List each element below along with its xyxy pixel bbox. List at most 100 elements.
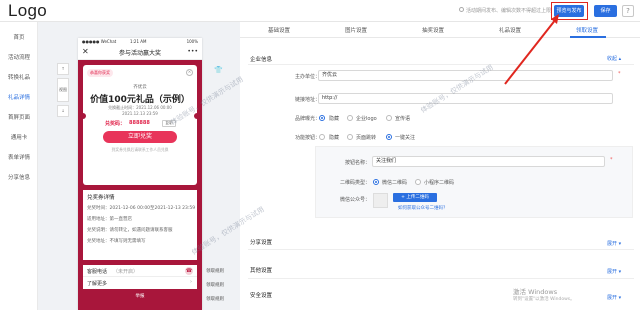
learn-more-row[interactable]: 了解更多 › [83,277,197,289]
collapse-toggle[interactable]: 收起 ▴ [607,55,621,62]
details-title: 兑奖券详情 [87,195,115,201]
logo: Logo [8,1,48,20]
prize-title: 价值100元礼品（示例） [90,95,190,105]
required-mark: * [610,157,613,163]
func-option: 一键关注 [395,135,416,141]
notice-text: 活动期间发布、编辑次数不得超过上限 [466,8,552,14]
settings-tabs: 基础设置 图片设置 抽奖设置 礼品设置 领取设置 [240,22,640,38]
func-radio-jump[interactable] [347,134,353,140]
divider [248,249,634,250]
qr-radio-wechat[interactable] [373,179,379,185]
tab-draw[interactable]: 抽奖设置 [422,26,444,34]
brand-option: 隐藏 [329,116,340,122]
expand-toggle[interactable]: 展开 ▾ [607,240,621,247]
phone-content: 恭喜你获奖 × 齐优云 价值100元礼品（示例） 兑换截止时间：2021.12.… [78,60,202,310]
battery-text: 100% [186,39,198,44]
tab-active-indicator [570,36,606,38]
brand-radio-hide[interactable] [319,115,325,121]
more-icon[interactable]: ••• [187,48,198,55]
annotation-highlight-box [551,2,588,20]
sidebar-item-gift-detail[interactable]: 礼品详情 [0,93,38,101]
save-button[interactable]: 保存 [594,5,617,17]
move-down-button[interactable]: ↓ [57,105,69,117]
move-up-button[interactable]: ↑ [57,63,69,75]
windows-activation-title: 激活 Windows [513,288,558,296]
chevron-right-icon: › [190,279,192,285]
contact-label: 客服电话 [87,269,108,275]
side-label: 领取规则 [206,269,224,274]
tab-basic[interactable]: 基础设置 [268,26,290,34]
divider [248,64,634,65]
details-row: 适用地址：第一直营店 [87,217,132,222]
status-time: 1:21 AM [130,39,147,44]
sidebar-item-flow[interactable]: 活动流程 [0,53,38,61]
sidebar-item-convert-gift[interactable]: 转换礼品 [0,73,38,81]
brand-radio-logo[interactable] [347,115,353,121]
required-mark: * [618,71,621,77]
brand-label: 品牌曝光： [294,116,320,122]
qr-type-option: 小程序二维码 [424,180,455,186]
details-row: 兑奖时间：2021-12-06 00:00至2021-12-13 23:59 [87,206,196,211]
signal-text: ●●●●● WeChat [82,39,117,44]
qr-help-link[interactable]: 如何获取公众号二维码？ [398,205,448,211]
section-title-security: 安全设置 [250,293,273,299]
sidebar: 首页 活动流程 转换礼品 礼品详情 首屏页面 通用卡 表单详情 分享信息 [0,22,38,310]
section-title-enterprise: 企业信息 [250,57,273,63]
brand-option: 宣传语 [395,116,411,122]
qr-image-placeholder [373,193,388,208]
wechat-account-label: 微信公众号： [339,197,370,203]
redeem-hint: 到奖券兑换后请联系工作人员兑换 [111,147,169,152]
brand-radio-slogan[interactable] [386,115,392,121]
button-name-input[interactable]: 关注我们 [372,156,605,167]
winner-badge: 恭喜你获奖 [87,69,113,77]
settings-panel: 基础设置 图片设置 抽奖设置 礼品设置 领取设置 企业信息 收起 ▴ 主办单位：… [240,22,640,310]
tab-images[interactable]: 图片设置 [345,26,367,34]
ticket-details: 兑奖券详情 兑奖时间：2021-12-06 00:00至2021-12-13 2… [83,190,197,260]
tab-claim[interactable]: 领取设置 [576,26,598,34]
qr-type-option: 微信二维码 [382,180,408,186]
contact-row[interactable]: 客服电话 （未开启） ☎ [83,265,197,277]
button-name-label: 按钮名称： [344,160,370,166]
phone-status-bar: ●●●●● WeChat 1:21 AM 100% [78,38,202,45]
top-bar: Logo 活动期间发布、编辑次数不得超过上限 预览与发布 保存 ? [0,0,640,22]
close-icon[interactable]: × [186,69,193,76]
sidebar-item-share[interactable]: 分享信息 [0,173,38,181]
prize-card[interactable]: 恭喜你获奖 × 齐优云 价值100元礼品（示例） 兑换截止时间：2021.12.… [80,65,200,185]
sidebar-item-card[interactable]: 通用卡 [0,133,38,141]
func-option: 页面跳转 [356,135,377,141]
report-link[interactable]: 举报 [78,293,202,299]
qr-radio-miniprogram[interactable] [415,179,421,185]
shirt-icon[interactable]: 👕 [214,66,223,74]
sidebar-item-form[interactable]: 表单详情 [0,153,38,161]
phone-page-title: 参与活动赢大奖 [118,50,161,57]
sidebar-item-first-page[interactable]: 首屏页面 [0,113,38,121]
link-label: 链接地址： [294,97,320,103]
section-title-share: 分享设置 [250,240,273,246]
section-title-other: 其他设置 [250,268,273,274]
sidebar-item-home[interactable]: 首页 [0,33,38,41]
expand-toggle[interactable]: 展开 ▾ [607,294,621,301]
link-input[interactable]: http:// [318,93,613,104]
func-option: 隐藏 [329,135,340,141]
phone-icon[interactable]: ☎ [185,267,193,275]
learn-more-label: 了解更多 [87,281,108,287]
side-label: 领取规则 [206,283,224,288]
tab-gift[interactable]: 礼品设置 [499,26,521,34]
side-label: 领取规则 [206,297,224,302]
func-radio-hide[interactable] [319,134,325,140]
contact-value: （未开启） [113,269,139,275]
redeem-button[interactable]: 立即兑奖 [103,131,177,143]
qr-type-label: 二维码类型： [339,180,370,186]
help-icon[interactable]: ? [622,5,634,17]
host-label: 主办单位： [294,74,320,80]
func-radio-follow[interactable] [386,134,392,140]
windows-activation-text: 转到"设置"以激活 Windows。 [513,297,575,302]
expand-toggle[interactable]: 展开 ▾ [607,268,621,275]
close-icon[interactable]: ✕ [82,47,89,56]
upload-qr-button[interactable]: + 上传二维码 [393,193,437,202]
details-row: 兑奖地址：不填写则无需填写 [87,239,146,244]
func-label: 功能按钮： [294,135,320,141]
brand-option: 企业logo [356,116,377,122]
view-toggle-button[interactable]: 视图 [57,78,69,102]
divider [248,278,634,279]
